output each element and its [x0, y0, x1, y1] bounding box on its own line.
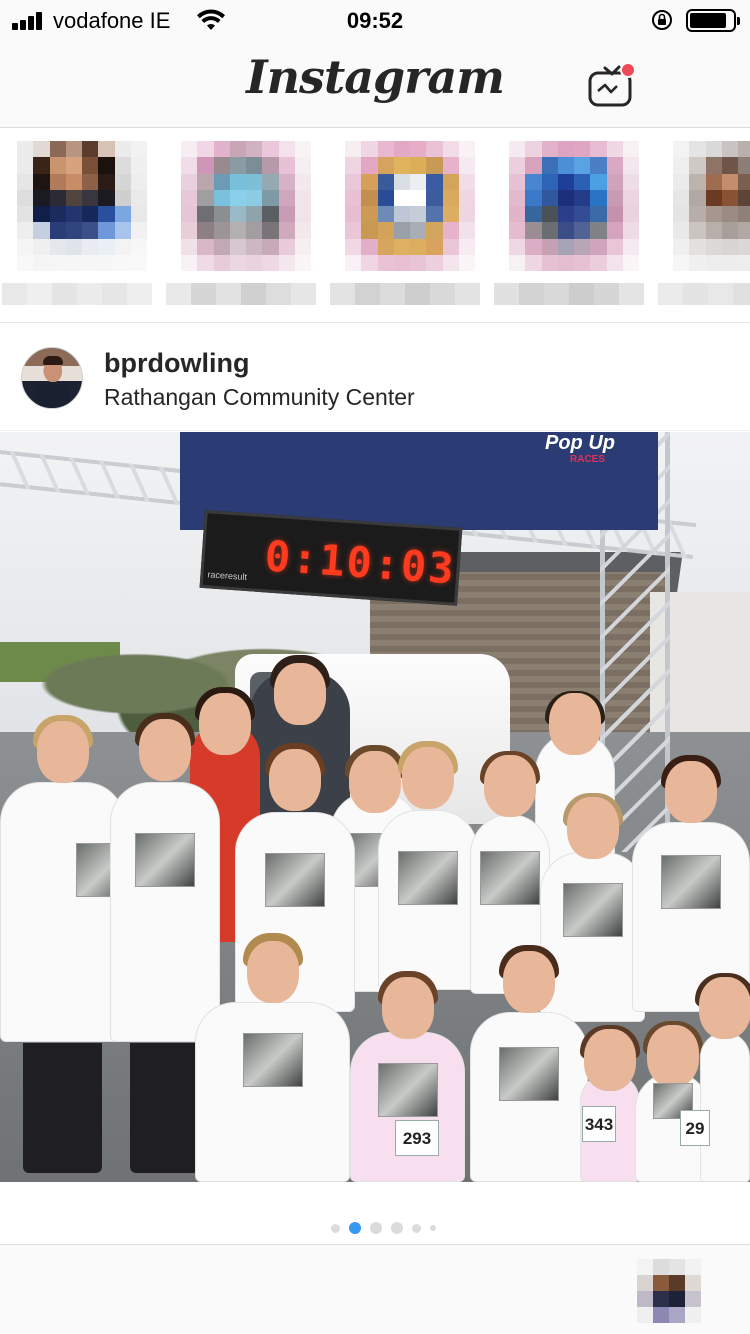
story-item[interactable] — [658, 141, 750, 311]
post-author-avatar[interactable] — [21, 347, 83, 409]
carousel-dot — [391, 1222, 403, 1234]
clock: 09:52 — [346, 8, 404, 33]
race-timer-brand: raceresult — [207, 569, 248, 583]
igtv-icon[interactable] — [586, 58, 638, 110]
race-timer-digits: 0:10:03 — [263, 531, 458, 594]
person — [695, 973, 750, 1182]
profile-tab-avatar[interactable] — [637, 1259, 701, 1323]
post-header: bprdowling Rathangan Community Center — [0, 324, 750, 431]
carousel-indicator — [0, 1218, 750, 1238]
story-username-blurred — [330, 283, 480, 305]
story-avatar[interactable] — [181, 141, 311, 271]
story-item[interactable] — [166, 141, 316, 311]
story-item[interactable] — [330, 141, 480, 311]
person — [0, 715, 136, 1173]
race-bib: 293 — [395, 1120, 439, 1156]
person — [350, 971, 465, 1182]
race-bib: 343 — [582, 1106, 616, 1142]
carousel-dot — [331, 1223, 340, 1233]
rotation-lock-icon — [652, 10, 672, 30]
person — [378, 741, 478, 990]
story-avatar[interactable] — [673, 141, 750, 271]
battery-level — [690, 13, 726, 28]
story-avatar[interactable] — [17, 141, 147, 271]
carousel-dot — [370, 1222, 382, 1234]
story-item[interactable] — [494, 141, 644, 311]
person — [195, 933, 350, 1182]
post-username[interactable]: bprdowling — [104, 348, 249, 379]
story-item[interactable] — [2, 141, 152, 311]
stories-tray[interactable] — [0, 129, 750, 323]
person — [540, 793, 645, 1022]
battery-icon — [686, 9, 740, 32]
race-bib: 29 — [680, 1110, 710, 1146]
race-banner-text: Pop Up — [545, 432, 615, 454]
carousel-dot-active — [349, 1222, 361, 1234]
story-avatar[interactable] — [509, 141, 639, 271]
person — [110, 713, 220, 1173]
person — [470, 945, 588, 1182]
race-banner-subtext: RACES — [570, 454, 606, 465]
story-username-blurred — [658, 283, 750, 305]
carousel-dot — [412, 1223, 421, 1233]
post-location[interactable]: Rathangan Community Center — [104, 384, 415, 411]
post-photo[interactable]: Pop Up RACES 0:10:03 raceresult 293 343 … — [0, 432, 750, 1182]
group-of-runners: 293 343 29 — [0, 655, 750, 1182]
story-username-blurred — [494, 283, 644, 305]
bottom-tab-bar — [0, 1244, 750, 1334]
story-username-blurred — [2, 283, 152, 305]
carousel-dot — [430, 1225, 436, 1231]
status-bar: vodafone IE 09:52 — [0, 0, 750, 40]
story-avatar[interactable] — [345, 141, 475, 271]
app-header: Instagram — [0, 40, 750, 128]
notification-dot — [620, 62, 636, 78]
story-username-blurred — [166, 283, 316, 305]
